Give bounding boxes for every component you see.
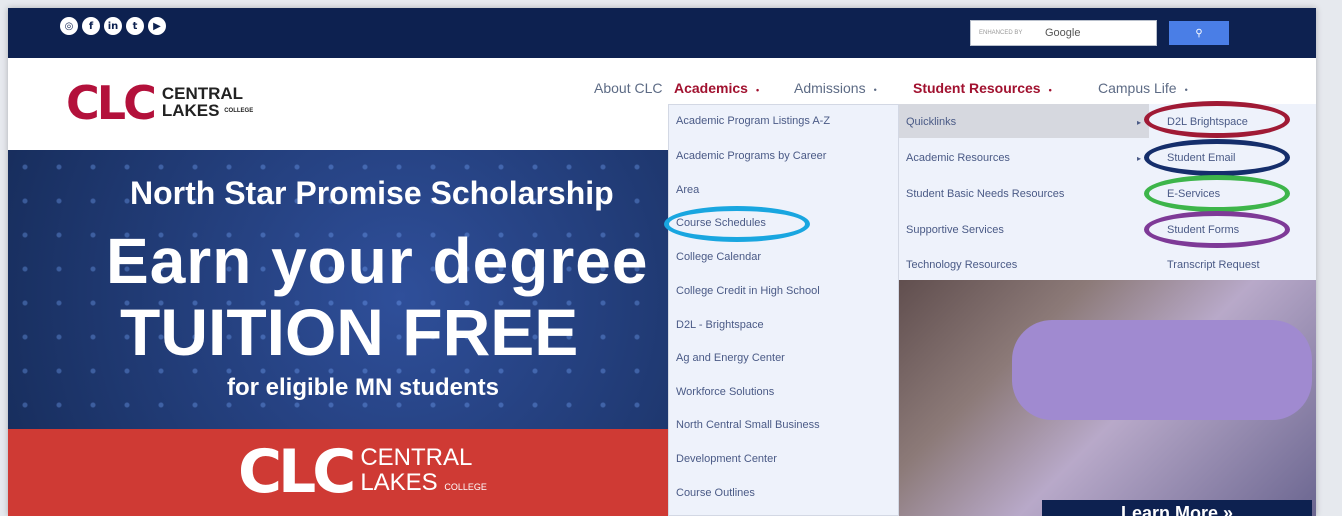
hero-logo-line2: LAKES (360, 468, 438, 496)
nav-campus-life-label: Campus Life (1098, 80, 1177, 96)
hero-earn-text: Earn your degree (106, 225, 649, 297)
nav-academics[interactable]: Academics • (674, 80, 759, 96)
search-input[interactable]: ENHANCED BY Google (970, 20, 1157, 46)
nav-student-resources[interactable]: Student Resources • (913, 80, 1052, 96)
nav-admissions-label: Admissions (794, 80, 866, 96)
nav-about-label: About CLC (594, 80, 663, 96)
highlight-ring-d2l (1144, 101, 1290, 138)
instagram-icon[interactable]: ◎ (60, 17, 78, 35)
hero-logo-mark: CLC (238, 437, 356, 507)
quicklinks-arrow-icon: ▸ (1137, 118, 1142, 127)
hero-logo-small: COLLEGE (444, 481, 487, 492)
youtube-icon[interactable]: ▶ (148, 17, 166, 35)
menu-item-workforce-solutions[interactable]: Workforce Solutions (676, 386, 774, 398)
hero-tuition-text: TUITION FREE (120, 295, 579, 369)
student-resources-dropdown: Quicklinks Academic Resources Student Ba… (899, 104, 1149, 280)
logo-mark: CLC (66, 76, 157, 130)
nav-admissions[interactable]: Admissions • (794, 80, 877, 96)
highlight-ring-email (1144, 139, 1290, 176)
hero-photo (892, 280, 1316, 516)
nav-about-clc[interactable]: About CLC (594, 80, 662, 96)
menu-item-college-credit-high-school[interactable]: College Credit in High School (676, 285, 820, 297)
nav-student-resources-label: Student Resources (913, 80, 1041, 96)
nav-academics-label: Academics (674, 80, 748, 96)
academics-dropdown: Academic Program Listings A-Z Academic P… (668, 104, 899, 516)
logo-line2: LAKES (161, 101, 220, 121)
menu-item-course-outlines[interactable]: Course Outlines (676, 487, 755, 499)
search-enhanced-label: ENHANCED BY (979, 30, 1023, 36)
hero-logo-line1: CENTRAL (360, 443, 473, 471)
search-button[interactable]: ⚲ (1169, 21, 1229, 45)
menu-item-basic-needs[interactable]: Student Basic Needs Resources (906, 188, 1064, 200)
twitter-icon[interactable]: t (126, 17, 144, 35)
menu-item-supportive-services[interactable]: Supportive Services (906, 224, 1004, 236)
hero-clc-logo: CLC CENTRAL LAKES COLLEGE (238, 442, 487, 502)
logo-small: COLLEGE (224, 108, 254, 115)
search-google-label: Google (1045, 27, 1081, 39)
menu-item-quicklinks[interactable]: Quicklinks (906, 116, 956, 128)
nav-admissions-bullet: • (873, 85, 877, 95)
top-bar: ◎ f in t ▶ ENHANCED BY Google ⚲ (8, 8, 1316, 58)
menu-item-programs-by-career[interactable]: Academic Programs by Career (676, 150, 826, 162)
highlight-ring-forms (1144, 211, 1290, 248)
menu-item-north-central-small-business[interactable]: North Central Small Business (676, 419, 820, 431)
academic-resources-arrow-icon: ▸ (1137, 154, 1142, 163)
logo-words: CENTRAL LAKES COLLEGE (162, 85, 253, 120)
nav-student-resources-bullet: • (1048, 85, 1052, 95)
menu-item-development-center[interactable]: Development Center (676, 453, 777, 465)
menu-item-college-calendar[interactable]: College Calendar (676, 251, 761, 263)
browser-frame: ◎ f in t ▶ ENHANCED BY Google ⚲ CLC CENT… (8, 8, 1316, 516)
hero-photo-figure (1012, 320, 1312, 420)
search-icon: ⚲ (1195, 27, 1203, 39)
menu-item-transcript-request[interactable]: Transcript Request (1167, 259, 1260, 271)
hero-scholarship-title: North Star Promise Scholarship (130, 175, 614, 211)
nav-academics-bullet: • (755, 85, 760, 95)
nav-campus-life-bullet: • (1184, 85, 1188, 95)
menu-item-program-listings[interactable]: Academic Program Listings A-Z (676, 115, 830, 127)
menu-item-d2l-brightspace[interactable]: D2L - Brightspace (676, 319, 764, 331)
learn-more-button[interactable]: Learn More » (1042, 500, 1312, 516)
linkedin-icon[interactable]: in (104, 17, 122, 35)
facebook-icon[interactable]: f (82, 17, 100, 35)
nav-campus-life[interactable]: Campus Life • (1098, 80, 1188, 96)
menu-item-academic-resources[interactable]: Academic Resources (906, 152, 1010, 164)
highlight-ring-eservices (1144, 175, 1290, 212)
social-links: ◎ f in t ▶ (60, 17, 166, 35)
hero-logo-words: CENTRAL LAKES COLLEGE (360, 445, 487, 500)
highlight-ring-course-schedules (664, 206, 810, 242)
clc-logo[interactable]: CLC CENTRAL LAKES COLLEGE (66, 80, 253, 126)
menu-item-technology-resources[interactable]: Technology Resources (906, 259, 1017, 271)
hero-eligible-text: for eligible MN students (227, 374, 500, 401)
menu-item-area[interactable]: Area (676, 184, 699, 196)
menu-item-ag-energy-center[interactable]: Ag and Energy Center (676, 352, 785, 364)
